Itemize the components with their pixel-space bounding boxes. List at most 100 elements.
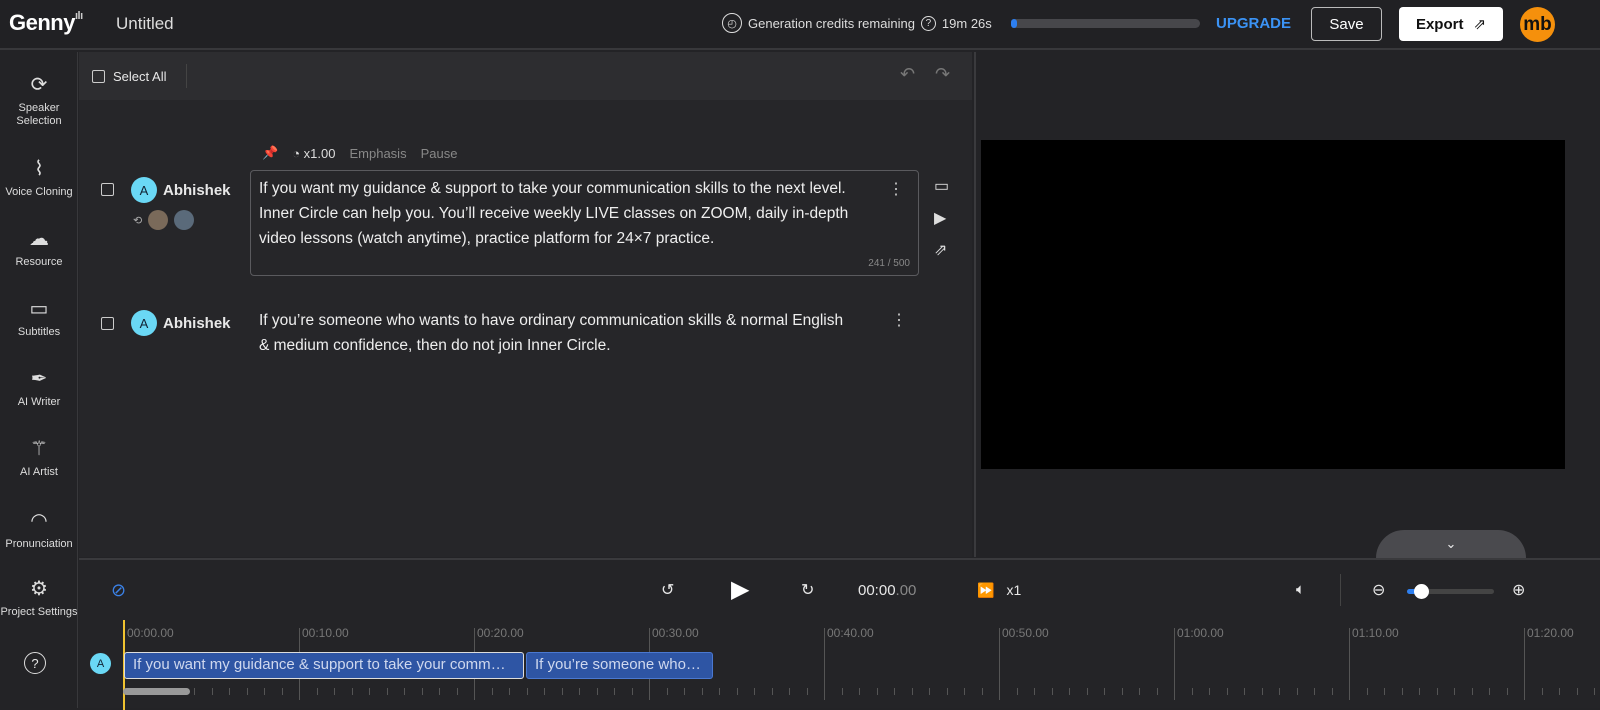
sidebar-item-subtitles[interactable]: ▭ Subtitles: [0, 298, 78, 339]
ruler-minor-tick: [1069, 688, 1070, 695]
voice-history: ⟲: [133, 210, 195, 230]
select-all[interactable]: Select All: [92, 69, 166, 84]
sidebar-item-ai-artist[interactable]: ⚚ AI Artist: [0, 438, 78, 479]
script-text[interactable]: If you want my guidance & support to tak…: [259, 176, 869, 251]
undo-icon[interactable]: ↶: [900, 64, 915, 85]
ruler-minor-tick: [1244, 688, 1245, 695]
upgrade-link[interactable]: UPGRADE: [1216, 15, 1291, 32]
ruler-minor-tick: [841, 688, 843, 695]
ruler-minor-tick: [439, 688, 440, 695]
ruler-minor-tick: [491, 688, 493, 695]
pause-button[interactable]: Pause: [421, 146, 458, 161]
ruler-minor-tick: [509, 688, 510, 695]
help-button[interactable]: ?: [24, 652, 46, 674]
ruler-minor-tick: [1489, 688, 1490, 695]
time-display: 00:00.00: [858, 582, 916, 599]
speaker-avatar: A: [131, 177, 157, 203]
zoom-slider[interactable]: [1407, 584, 1494, 599]
credits-progress: [1011, 19, 1200, 28]
script-editor: Select All ↶ ↷ 📌 ◔ x1.00 Emphasis Pause …: [79, 52, 972, 557]
speedometer-icon: ◔: [292, 145, 301, 161]
ruler-label: 01:10.00: [1352, 626, 1399, 640]
export-button[interactable]: Export ⇗: [1399, 7, 1503, 41]
ruler-label: 00:30.00: [652, 626, 699, 640]
script-text[interactable]: If you’re someone who wants to have ordi…: [259, 308, 849, 358]
collapse-toggle[interactable]: ⌄: [1376, 530, 1526, 558]
user-avatar[interactable]: mb: [1520, 7, 1555, 42]
rewind-15-icon[interactable]: ↺: [661, 580, 674, 600]
emphasis-button[interactable]: Emphasis: [349, 146, 406, 161]
speed-button[interactable]: ⏩ x1: [977, 582, 1021, 599]
sidebar-item-project-settings[interactable]: ⚙ Project Settings: [0, 578, 78, 619]
history-icon[interactable]: ⟲: [133, 214, 142, 227]
ruler-minor-tick: [1436, 688, 1438, 695]
voice-avatar[interactable]: [174, 210, 195, 230]
logo[interactable]: Gennyılı: [9, 10, 83, 36]
speed-control[interactable]: ◔ x1.00: [292, 146, 335, 161]
timeline-clip[interactable]: If you’re someone who…: [526, 652, 713, 679]
clock-icon: ◴: [722, 13, 742, 33]
forward-15-icon[interactable]: ↻: [801, 580, 814, 600]
speaker-name: Abhishek: [163, 181, 231, 199]
timeline-scrollbar[interactable]: [123, 688, 190, 695]
more-icon[interactable]: ⋮: [888, 179, 904, 199]
sidebar-item-voice-cloning[interactable]: ⌇ Voice Cloning: [0, 158, 78, 199]
block-checkbox[interactable]: [101, 317, 114, 330]
speed-value: x1: [1006, 582, 1022, 598]
ruler-minor-tick: [456, 688, 458, 695]
sidebar-item-pronunciation[interactable]: ◠ Pronunciation: [0, 510, 78, 551]
fast-forward-icon: ⏩: [977, 582, 995, 598]
sidebar-label: AI Artist: [20, 466, 58, 478]
preview-panel: ⌄: [974, 52, 1568, 558]
ruler-minor-tick: [526, 688, 528, 695]
speaker-selector[interactable]: A Abhishek: [131, 177, 231, 203]
volume-icon[interactable]: 🔈︎: [1296, 581, 1305, 598]
timeline-clip[interactable]: If you want my guidance & support to tak…: [124, 652, 524, 679]
sidebar-item-resource[interactable]: ☁ Resource: [0, 228, 78, 269]
ruler-minor-tick: [631, 688, 633, 695]
zoom-in-icon[interactable]: ⊕: [1512, 580, 1525, 600]
zoom-slider-handle[interactable]: [1413, 584, 1429, 599]
top-bar: Gennyılı Untitled ◴ Generation credits r…: [0, 0, 1600, 50]
ruler-label: 01:00.00: [1177, 626, 1224, 640]
divider: [186, 64, 187, 88]
save-button[interactable]: Save: [1311, 7, 1382, 41]
comment-icon[interactable]: ▭: [934, 176, 949, 196]
editor-toolbar: Select All ↶ ↷: [79, 52, 972, 100]
share-icon[interactable]: ⇗: [934, 240, 949, 260]
project-title[interactable]: Untitled: [116, 14, 174, 34]
block-controls: 📌 ◔ x1.00 Emphasis Pause: [262, 145, 457, 161]
gear-icon: ⚙: [30, 578, 48, 600]
speaker-selector[interactable]: A Abhishek: [131, 310, 231, 336]
video-preview: [981, 140, 1565, 469]
magnet-icon[interactable]: ⊘: [111, 580, 126, 601]
ruler-minor-tick: [316, 688, 318, 695]
sidebar-label: Project Settings: [0, 606, 78, 618]
pin-icon[interactable]: 📌: [262, 145, 278, 161]
ruler-label: 01:20.00: [1527, 626, 1574, 640]
sidebar-label: Subtitles: [17, 326, 61, 338]
credits-info: ◴ Generation credits remaining ? 19m 26s: [722, 13, 992, 33]
time-main: 00:00: [858, 582, 896, 599]
script-text-box[interactable]: If you want my guidance & support to tak…: [250, 170, 919, 276]
play-icon[interactable]: ▶: [934, 208, 949, 228]
ruler-minor-tick: [579, 688, 580, 695]
zoom-out-icon[interactable]: ⊖: [1372, 580, 1385, 600]
voice-avatar[interactable]: [148, 210, 169, 230]
ruler-major-tick: [1524, 628, 1525, 700]
ruler-minor-tick: [806, 688, 808, 695]
redo-icon[interactable]: ↷: [935, 64, 950, 85]
ruler-minor-tick: [666, 688, 668, 695]
play-button[interactable]: ▶: [731, 575, 749, 604]
ruler-minor-tick: [876, 688, 878, 695]
block-checkbox[interactable]: [101, 183, 114, 196]
sidebar-item-speaker-selection[interactable]: ⟳ Speaker Selection: [0, 74, 78, 128]
sidebar-label: Pronunciation: [5, 538, 73, 550]
magic-wand-icon: ⚚: [30, 438, 48, 460]
select-all-checkbox[interactable]: [92, 70, 105, 83]
sidebar-item-ai-writer[interactable]: ✒ AI Writer: [0, 368, 78, 409]
sidebar-label: Resource: [15, 256, 63, 268]
more-icon[interactable]: ⋮: [891, 310, 907, 330]
ruler-minor-tick: [1454, 688, 1455, 695]
help-icon[interactable]: ?: [920, 15, 936, 31]
